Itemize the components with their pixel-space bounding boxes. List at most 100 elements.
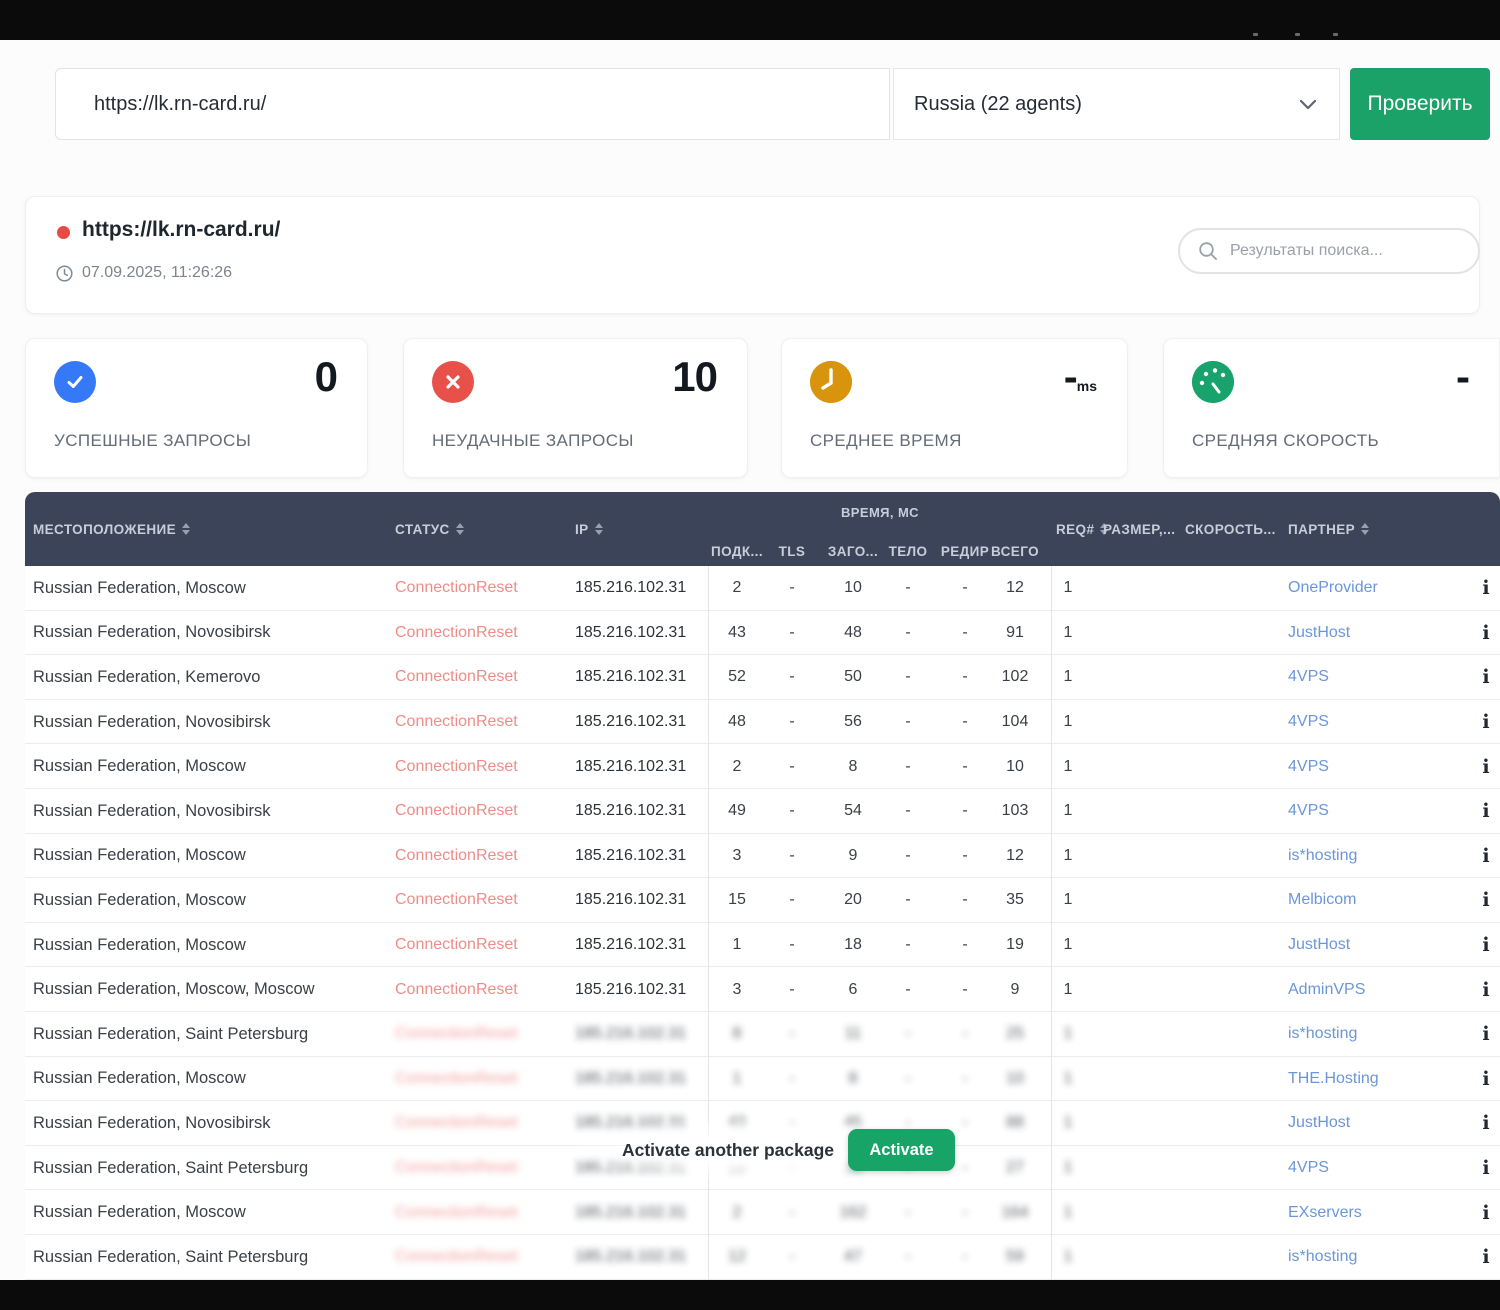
table-row: Russian Federation, Moscow ConnectionRes… (25, 744, 1500, 789)
partner-link[interactable]: JustHost (1288, 923, 1350, 968)
info-icon[interactable]: i (1473, 967, 1499, 1012)
partner-link[interactable]: 4VPS (1288, 700, 1329, 745)
col-header-location[interactable]: МЕСТОПОЛОЖЕНИЕ (33, 492, 190, 566)
info-icon[interactable]: i (1473, 1101, 1499, 1146)
partner-link[interactable]: THE.Hosting (1288, 1057, 1379, 1102)
cell-connect-time: 1 (707, 923, 767, 968)
table-row: Russian Federation, Moscow ConnectionRes… (25, 834, 1500, 879)
info-icon[interactable]: i (1473, 834, 1499, 879)
partner-link[interactable]: is*hosting (1288, 1235, 1357, 1280)
partner-link[interactable]: EXservers (1288, 1190, 1362, 1235)
cell-location: Russian Federation, Moscow (33, 878, 246, 923)
cell-tls-time: - (762, 744, 822, 789)
cell-total-time: 164 (985, 1190, 1045, 1235)
info-icon[interactable]: i (1473, 1235, 1499, 1280)
cell-connect-time: 48 (707, 700, 767, 745)
cell-status: ConnectionReset (395, 744, 518, 789)
x-circle-icon (432, 361, 474, 403)
partner-link[interactable]: Melbicom (1288, 878, 1356, 923)
stat-label: НЕУДАЧНЫЕ ЗАПРОСЫ (432, 431, 634, 451)
info-icon[interactable]: i (1473, 923, 1499, 968)
clock-icon (810, 361, 852, 403)
cell-status: ConnectionReset (395, 1235, 518, 1280)
cell-total-time: 12 (985, 566, 1045, 611)
info-icon[interactable]: i (1473, 744, 1499, 789)
info-icon[interactable]: i (1473, 1190, 1499, 1235)
cell-total-time: 35 (985, 878, 1045, 923)
cell-ip: 185.216.102.31 (575, 1235, 686, 1280)
cell-body-time: - (878, 566, 938, 611)
table-row: Russian Federation, Moscow ConnectionRes… (25, 923, 1500, 968)
cell-tls-time: - (762, 834, 822, 879)
col-header-status[interactable]: СТАТУС (395, 492, 464, 566)
cell-req-count: 1 (1050, 1012, 1086, 1057)
partner-link[interactable]: 4VPS (1288, 744, 1329, 789)
cell-status: ConnectionReset (395, 923, 518, 968)
cell-tls-time: - (762, 1057, 822, 1102)
partner-link[interactable]: JustHost (1288, 1101, 1350, 1146)
cell-tls-time: - (762, 967, 822, 1012)
partner-link[interactable]: JustHost (1288, 611, 1350, 656)
browser-chrome-artifact (1295, 33, 1300, 36)
sort-icon (182, 523, 190, 535)
cell-ip: 185.216.102.31 (575, 566, 686, 611)
partner-link[interactable]: is*hosting (1288, 1012, 1357, 1057)
cell-req-count: 1 (1050, 655, 1086, 700)
bottom-frame-bar (0, 1280, 1500, 1310)
cell-body-time: - (878, 789, 938, 834)
search-input[interactable] (1230, 242, 1460, 260)
stat-value: 0 (315, 353, 337, 401)
stat-value: - (1456, 353, 1469, 401)
stat-card-avg-speed: - СРЕДНЯЯ СКОРОСТЬ (1163, 338, 1500, 478)
cell-headers-time: 11 (823, 1012, 883, 1057)
search-icon (1198, 241, 1218, 261)
partner-link[interactable]: AdminVPS (1288, 967, 1365, 1012)
cell-tls-time: - (762, 700, 822, 745)
cell-status: ConnectionReset (395, 611, 518, 656)
cell-connect-time: 2 (707, 566, 767, 611)
url-input[interactable] (56, 69, 889, 139)
info-icon[interactable]: i (1473, 789, 1499, 834)
cell-headers-time: 8 (823, 1057, 883, 1102)
cell-status: ConnectionReset (395, 834, 518, 879)
cell-status: ConnectionReset (395, 967, 518, 1012)
cell-body-time: - (878, 878, 938, 923)
info-icon[interactable]: i (1473, 655, 1499, 700)
partner-link[interactable]: 4VPS (1288, 789, 1329, 834)
info-icon[interactable]: i (1473, 1146, 1499, 1191)
cell-connect-time: 1 (707, 1057, 767, 1102)
stat-value: -ms (1064, 353, 1097, 401)
check-button[interactable]: Проверить (1350, 68, 1490, 140)
stat-label: СРЕДНЯЯ СКОРОСТЬ (1192, 431, 1379, 451)
info-icon[interactable]: i (1473, 878, 1499, 923)
activate-button[interactable]: Activate (848, 1129, 955, 1171)
cell-ip: 185.216.102.31 (575, 655, 686, 700)
col-header-partner[interactable]: ПАРТНЕР (1288, 492, 1369, 566)
timestamp-row: 07.09.2025, 11:26:26 (56, 264, 232, 282)
info-icon[interactable]: i (1473, 566, 1499, 611)
cell-total-time: 12 (985, 834, 1045, 879)
col-header-req[interactable]: REQ# (1056, 492, 1108, 566)
partner-link[interactable]: 4VPS (1288, 655, 1329, 700)
info-icon[interactable]: i (1473, 700, 1499, 745)
partner-link[interactable]: OneProvider (1288, 566, 1378, 611)
table-row: Russian Federation, Moscow ConnectionRes… (25, 566, 1500, 611)
info-icon[interactable]: i (1473, 611, 1499, 656)
info-icon[interactable]: i (1473, 1057, 1499, 1102)
info-icon[interactable]: i (1473, 1012, 1499, 1057)
col-header-ip[interactable]: IP (575, 492, 603, 566)
cell-location: Russian Federation, Moscow (33, 1057, 246, 1102)
cell-body-time: - (878, 923, 938, 968)
partner-link[interactable]: is*hosting (1288, 834, 1357, 879)
region-select[interactable]: Russia (22 agents) (893, 68, 1340, 140)
cell-body-time: - (878, 967, 938, 1012)
cell-headers-time: 56 (823, 700, 883, 745)
cell-body-time: - (878, 1012, 938, 1057)
cell-location: Russian Federation, Moscow (33, 834, 246, 879)
cell-connect-time: 2 (707, 744, 767, 789)
stat-card-failed: 10 НЕУДАЧНЫЕ ЗАПРОСЫ (403, 338, 748, 478)
cell-total-time: 9 (985, 967, 1045, 1012)
partner-link[interactable]: 4VPS (1288, 1146, 1329, 1191)
url-input-box (55, 68, 890, 140)
cell-req-count: 1 (1050, 789, 1086, 834)
